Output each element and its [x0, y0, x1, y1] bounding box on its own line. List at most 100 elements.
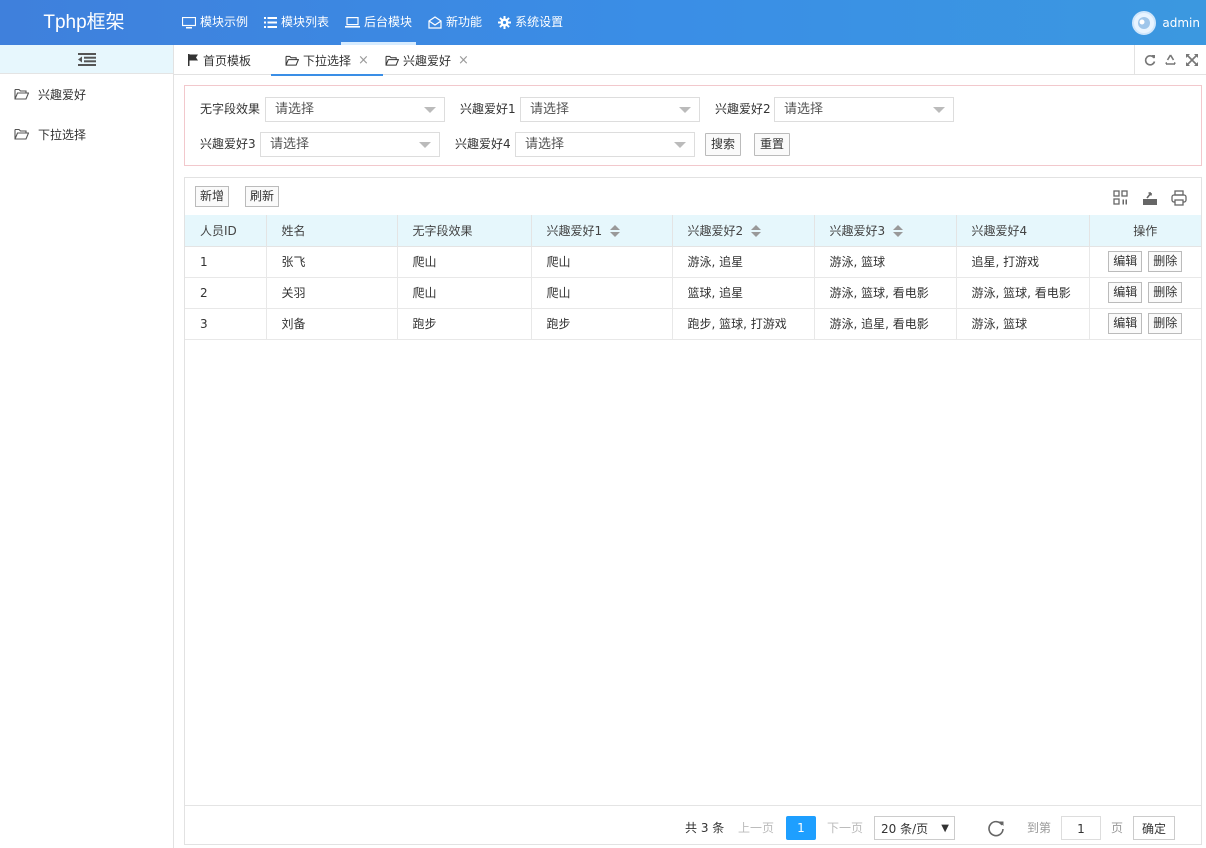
search-button[interactable]: 搜索 — [705, 133, 742, 156]
tab-close-icon[interactable]: × — [358, 53, 369, 68]
sort-icon[interactable] — [893, 225, 904, 238]
column-header-name[interactable]: 姓名 — [266, 215, 398, 247]
edit-button[interactable]: 编辑 — [1108, 251, 1143, 272]
pagination: 共 3 条 上一页 1 下一页 20 条/页 ▼ 到第 1 页 确定 — [185, 805, 1201, 844]
cell-id: 1 — [185, 246, 267, 278]
sidebar-item-hobbies[interactable]: 兴趣爱好 — [0, 74, 173, 114]
pager-page-unit: 页 — [1111, 821, 1124, 835]
cell-id: 3 — [185, 308, 267, 340]
column-header-id[interactable]: 人员ID — [185, 215, 267, 247]
refresh-icon[interactable] — [1144, 54, 1156, 66]
table-row[interactable]: 1 张飞 爬山 爬山 游泳, 追星 游泳, 篮球 追星, 打游戏 编辑 删除 — [185, 246, 1201, 278]
pager-total: 共 3 条 — [685, 821, 725, 835]
avatar[interactable] — [1132, 10, 1157, 35]
chevron-down-icon — [679, 107, 691, 113]
table-row[interactable]: 2 关羽 爬山 爬山 篮球, 追星 游泳, 篮球, 看电影 游泳, 篮球, 看电… — [185, 277, 1201, 309]
tab-close-icon[interactable]: × — [458, 53, 469, 68]
filter-hobby1-select[interactable]: 请选择 — [520, 97, 700, 122]
gear-icon — [498, 16, 512, 29]
cell-hobby1: 爬山 — [531, 277, 673, 309]
list-icon — [264, 17, 278, 28]
cell-hobby4: 追星, 打游戏 — [956, 246, 1090, 278]
nav-item-module-examples[interactable]: 模块示例 — [174, 0, 256, 45]
edit-button[interactable]: 编辑 — [1108, 313, 1143, 334]
nav-item-system-settings[interactable]: 系统设置 — [490, 0, 571, 45]
pager-next-button[interactable]: 下一页 — [827, 816, 863, 840]
user-avatar-icon — [1138, 16, 1151, 29]
filter-hobby2-select[interactable]: 请选择 — [774, 97, 954, 122]
nav-item-new-features[interactable]: 新功能 — [420, 0, 490, 45]
nav-label: 后台模块 — [364, 15, 413, 29]
cell-hobby3: 游泳, 篮球, 看电影 — [814, 277, 957, 309]
pager-page-input[interactable]: 1 — [1061, 816, 1101, 840]
cell-name: 关羽 — [266, 277, 398, 309]
tab-bar: 首页模板 下拉选择 × 兴趣爱好 × — [174, 45, 1206, 76]
chevron-down-icon — [674, 142, 686, 148]
sidebar-item-dropdown-select[interactable]: 下拉选择 — [0, 114, 173, 154]
delete-button[interactable]: 删除 — [1148, 313, 1183, 334]
user-menu[interactable]: admin — [1132, 0, 1200, 45]
nav-label: 系统设置 — [515, 15, 564, 29]
tab-dropdown-select[interactable]: 下拉选择 × — [271, 45, 383, 76]
filter-hobby4-select[interactable]: 请选择 — [515, 132, 695, 157]
refresh-button[interactable]: 刷新 — [245, 186, 280, 207]
column-header-no-field[interactable]: 无字段效果 — [397, 215, 532, 247]
print-icon[interactable] — [1171, 190, 1187, 206]
tab-home-template[interactable]: 首页模板 — [188, 45, 251, 75]
table-panel: 新增 刷新 人员ID 姓名 无字段效果 兴趣爱好1 兴趣爱好2 兴趣爱好3 兴趣… — [184, 177, 1202, 845]
cell-no-field: 爬山 — [397, 277, 532, 309]
filter-label: 兴趣爱好1 — [460, 102, 516, 116]
sidebar: 兴趣爱好 下拉选择 — [0, 45, 174, 848]
search-panel: 无字段效果 请选择 兴趣爱好1 请选择 兴趣爱好2 请选择 兴趣爱好3 请选择 … — [184, 85, 1202, 166]
column-header-hobby4[interactable]: 兴趣爱好4 — [956, 215, 1090, 247]
fullscreen-icon[interactable] — [1185, 54, 1198, 66]
reset-button[interactable]: 重置 — [754, 133, 791, 156]
tab-label: 兴趣爱好 — [403, 53, 452, 68]
sort-icon[interactable] — [751, 225, 762, 238]
folder-open-icon — [14, 128, 29, 140]
tab-hobbies[interactable]: 兴趣爱好 × — [385, 45, 469, 75]
column-header-hobby2[interactable]: 兴趣爱好2 — [672, 215, 815, 247]
sidebar-collapse-button[interactable] — [0, 45, 173, 74]
pager-goto-label: 到第 — [1027, 821, 1052, 835]
sidebar-item-label: 下拉选择 — [38, 127, 87, 142]
flag-icon — [188, 54, 198, 66]
filter-hobby3-select[interactable]: 请选择 — [260, 132, 440, 157]
monitor-icon — [182, 16, 196, 28]
column-header-hobby3[interactable]: 兴趣爱好3 — [814, 215, 957, 247]
sort-icon[interactable] — [610, 225, 621, 238]
recycle-icon[interactable] — [1164, 54, 1177, 66]
nav-item-module-list[interactable]: 模块列表 — [256, 0, 337, 45]
column-header-hobby1[interactable]: 兴趣爱好1 — [531, 215, 673, 247]
delete-button[interactable]: 删除 — [1148, 282, 1183, 303]
nav-item-backend-modules[interactable]: 后台模块 — [337, 0, 420, 45]
pager-size-select[interactable]: 20 条/页 ▼ — [874, 816, 955, 840]
tab-label: 首页模板 — [203, 53, 252, 68]
chevron-down-icon — [419, 142, 431, 148]
pager-prev-button[interactable]: 上一页 — [738, 816, 774, 840]
sidebar-item-label: 兴趣爱好 — [38, 87, 87, 102]
main-nav: 模块示例 模块列表 后台模块 新功能 系统设置 — [174, 0, 571, 45]
delete-button[interactable]: 删除 — [1148, 251, 1183, 272]
export-icon[interactable] — [1142, 190, 1158, 206]
pager-refresh-icon[interactable] — [987, 819, 1005, 837]
filter-label: 兴趣爱好4 — [455, 137, 511, 151]
caret-down-icon: ▼ — [941, 823, 949, 834]
columns-filter-icon[interactable] — [1113, 190, 1129, 206]
tab-label: 下拉选择 — [303, 53, 352, 68]
nav-label: 新功能 — [446, 15, 483, 29]
add-button[interactable]: 新增 — [195, 186, 230, 207]
folder-open-icon — [14, 88, 29, 100]
cell-actions: 编辑 删除 — [1089, 308, 1201, 340]
folder-open-icon — [385, 55, 399, 66]
edit-button[interactable]: 编辑 — [1108, 282, 1143, 303]
top-navbar: Tphp框架 模块示例 模块列表 后台模块 新功能 系统设置 admin — [0, 0, 1206, 45]
pager-current-page[interactable]: 1 — [786, 816, 816, 840]
username[interactable]: admin — [1162, 16, 1200, 30]
table-row[interactable]: 3 刘备 跑步 跑步 跑步, 篮球, 打游戏 游泳, 追星, 看电影 游泳, 篮… — [185, 308, 1201, 340]
app-logo[interactable]: Tphp框架 — [0, 0, 168, 45]
tab-tools — [1134, 45, 1206, 75]
filter-label: 兴趣爱好2 — [715, 102, 771, 116]
filter-no-field-select[interactable]: 请选择 — [265, 97, 445, 122]
pager-confirm-button[interactable]: 确定 — [1133, 816, 1176, 840]
